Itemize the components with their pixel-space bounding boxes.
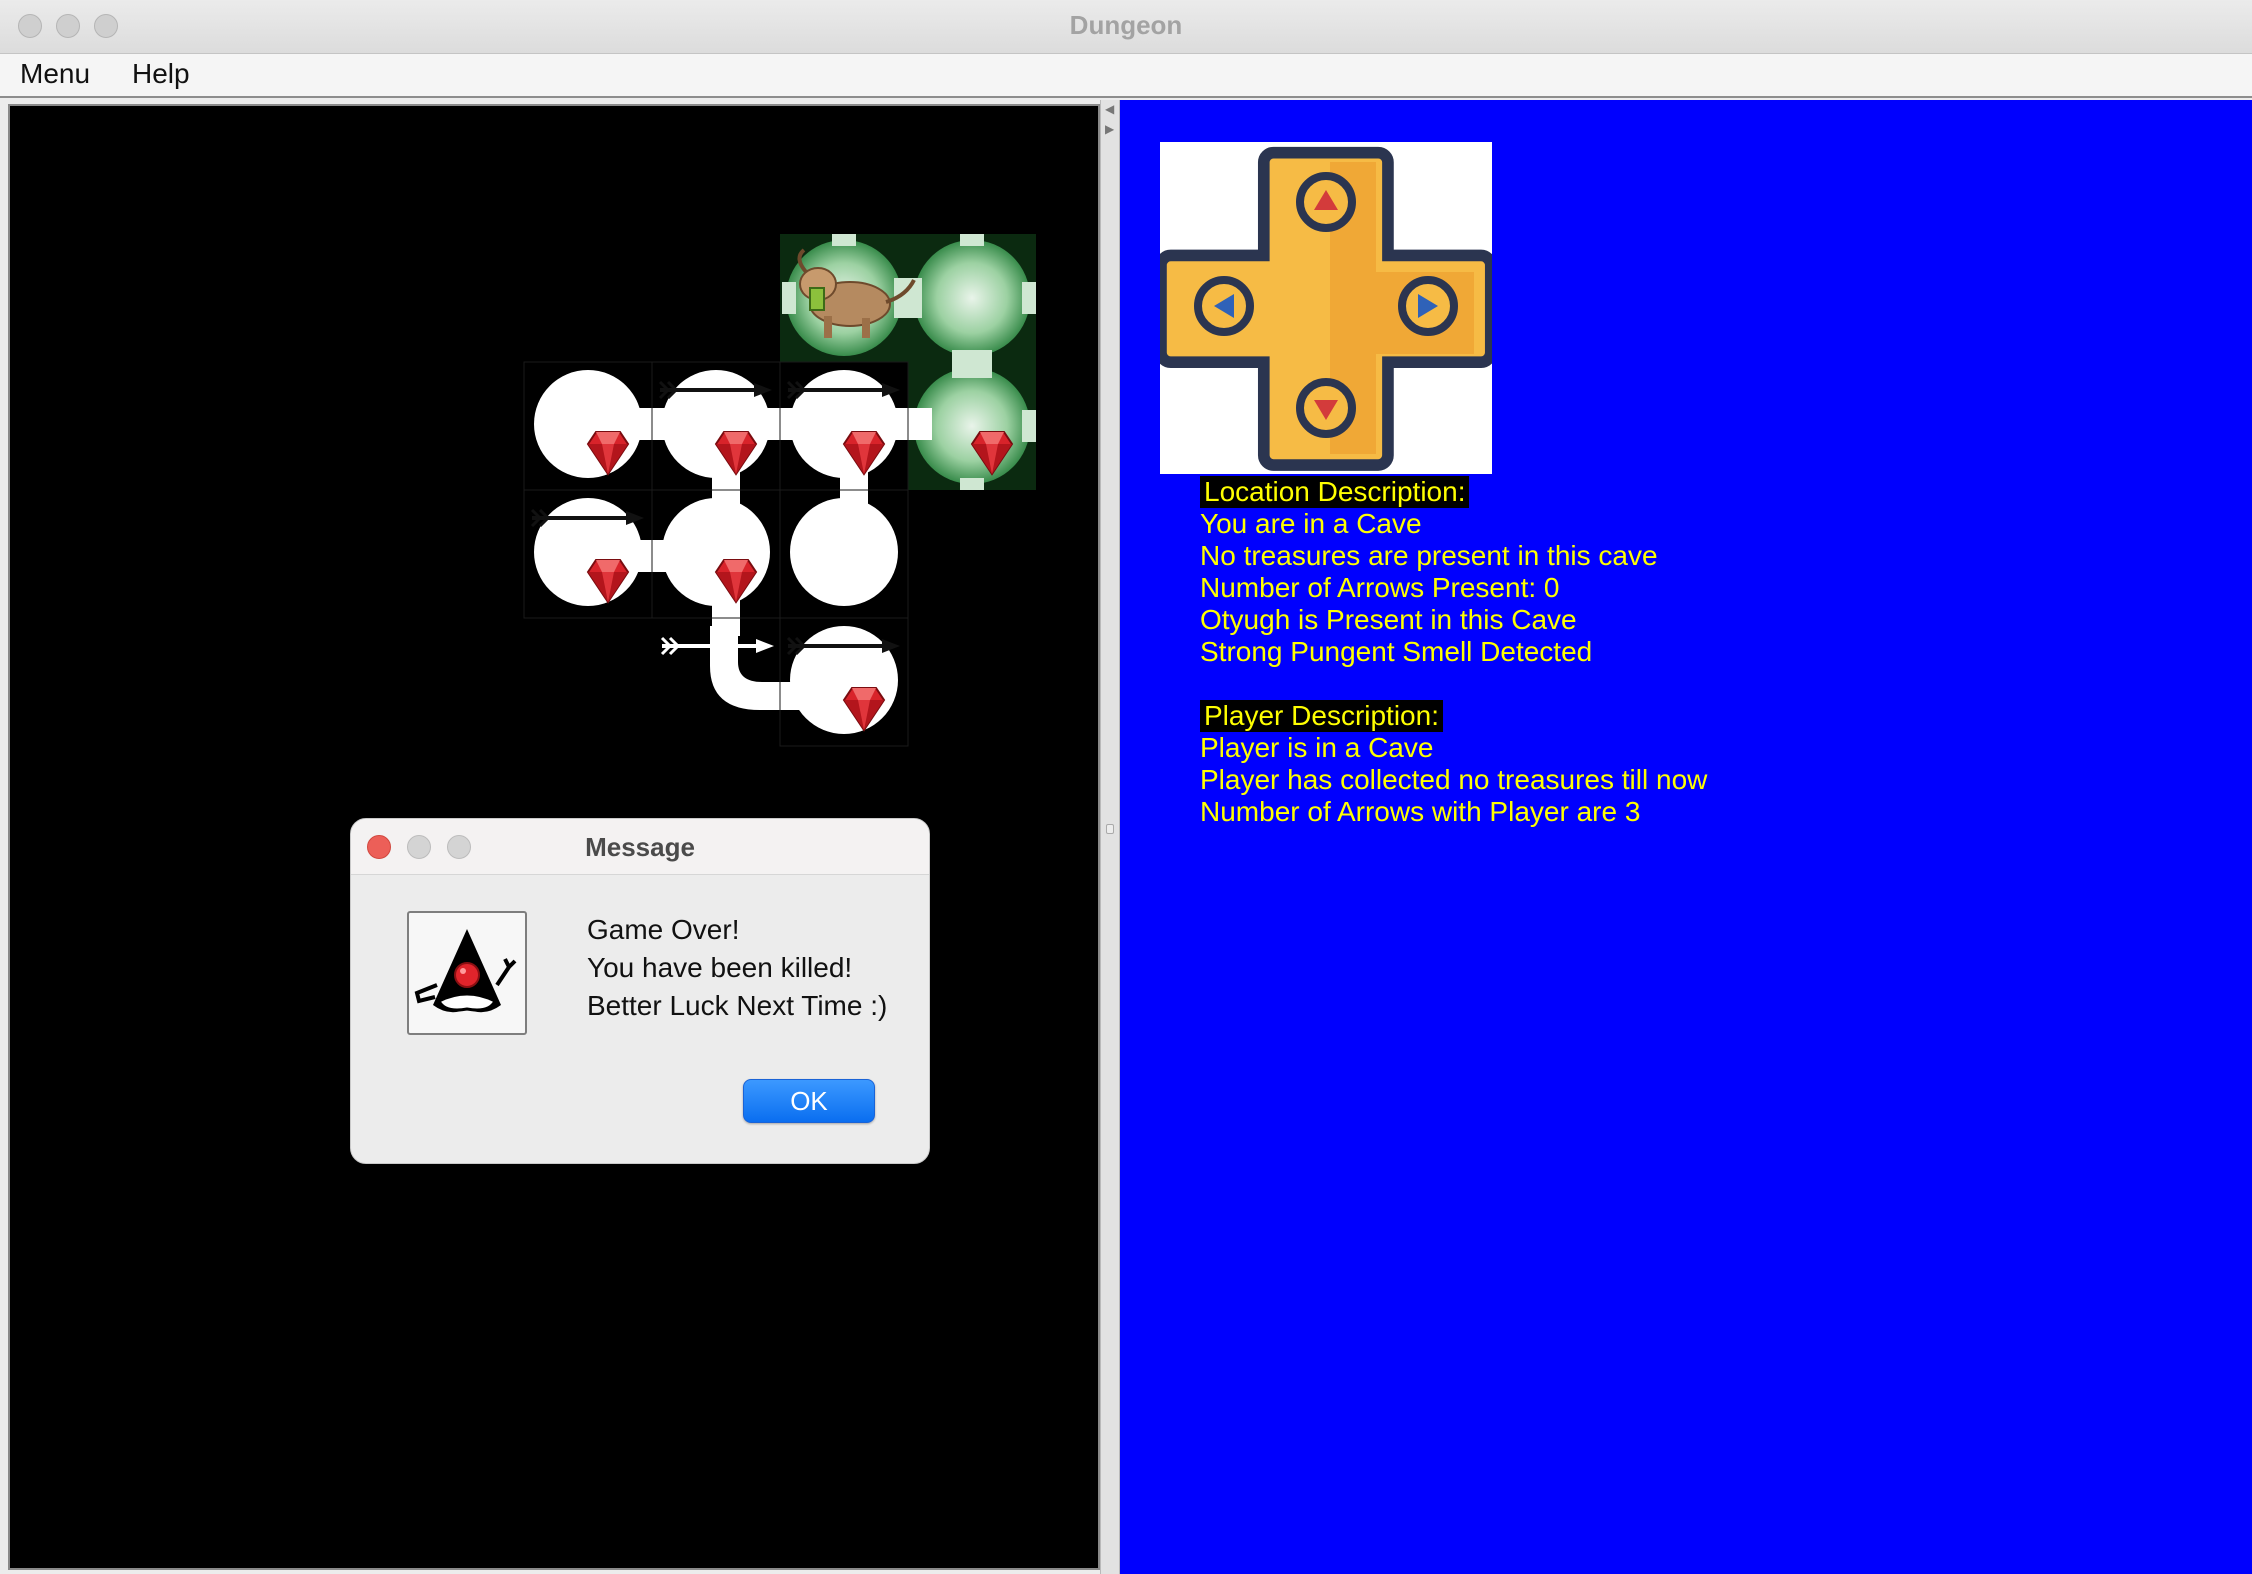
map-cave: [790, 370, 898, 478]
map-tunnel: [960, 234, 984, 246]
java-duke-icon: [407, 911, 527, 1035]
location-line: You are in a Cave: [1200, 508, 1422, 539]
player-line: Number of Arrows with Player are 3: [1200, 796, 1641, 827]
dialog-title: Message: [585, 832, 695, 862]
dpad-right-button[interactable]: [1398, 276, 1458, 336]
dpad-up-button[interactable]: [1296, 172, 1356, 232]
directional-pad-icon: [1155, 146, 1497, 471]
map-cave: [790, 626, 898, 734]
location-line: Otyugh is Present in this Cave: [1200, 604, 1577, 635]
menu-menu[interactable]: Menu: [20, 58, 90, 90]
menubar: Menu Help: [0, 54, 2252, 98]
split-pane-divider[interactable]: ◀ ▶: [1100, 100, 1120, 1574]
dpad-control[interactable]: [1155, 142, 1497, 474]
menu-help[interactable]: Help: [132, 58, 190, 90]
map-cave: [534, 498, 642, 606]
map-tunnel: [1022, 410, 1036, 442]
map-cave-explored: [914, 240, 1030, 356]
map-tunnel: [952, 350, 992, 378]
dialog-message-line: Better Luck Next Time :): [587, 990, 888, 1021]
location-line: Strong Pungent Smell Detected: [1200, 636, 1593, 667]
info-panel: Location Description: You are in a Cave …: [1120, 100, 2252, 1574]
dialog-titlebar: Message: [351, 819, 929, 875]
dialog-message-line: You have been killed!: [587, 952, 853, 983]
location-line: Number of Arrows Present: 0: [1200, 572, 1560, 603]
collapse-left-icon[interactable]: ◀: [1105, 102, 1114, 116]
map-cave: [534, 370, 642, 478]
map-cave: [662, 498, 770, 606]
map-tunnel: [1022, 282, 1036, 314]
divider-grip[interactable]: [1106, 824, 1114, 834]
map-tunnel: [782, 282, 796, 314]
dpad-left-button[interactable]: [1194, 276, 1254, 336]
dialog-message: Game Over! You have been killed! Better …: [587, 911, 887, 1025]
window-title: Dungeon: [1069, 10, 1183, 40]
dialog-message-line: Game Over!: [587, 914, 740, 945]
player-description: Player Description: Player is in a Cave …: [1200, 700, 1707, 828]
map-tunnel: [960, 478, 984, 490]
map-cave: [790, 498, 898, 606]
location-description-header: Location Description:: [1200, 476, 1470, 508]
map-tunnel: [832, 234, 856, 246]
ok-button[interactable]: OK: [743, 1079, 875, 1123]
player-line: Player has collected no treasures till n…: [1200, 764, 1708, 795]
location-description: Location Description: You are in a Cave …: [1200, 476, 1658, 668]
player-line: Player is in a Cave: [1200, 732, 1434, 763]
location-line: No treasures are present in this cave: [1200, 540, 1658, 571]
player-description-header: Player Description:: [1200, 700, 1443, 732]
window-titlebar: Dungeon: [0, 0, 2252, 54]
map-cave: [662, 370, 770, 478]
map-caves: [534, 370, 932, 734]
collapse-right-icon[interactable]: ▶: [1105, 122, 1114, 136]
dpad-down-button[interactable]: [1296, 378, 1356, 438]
message-dialog: Message Game Over! You have been killed!…: [350, 818, 930, 1164]
